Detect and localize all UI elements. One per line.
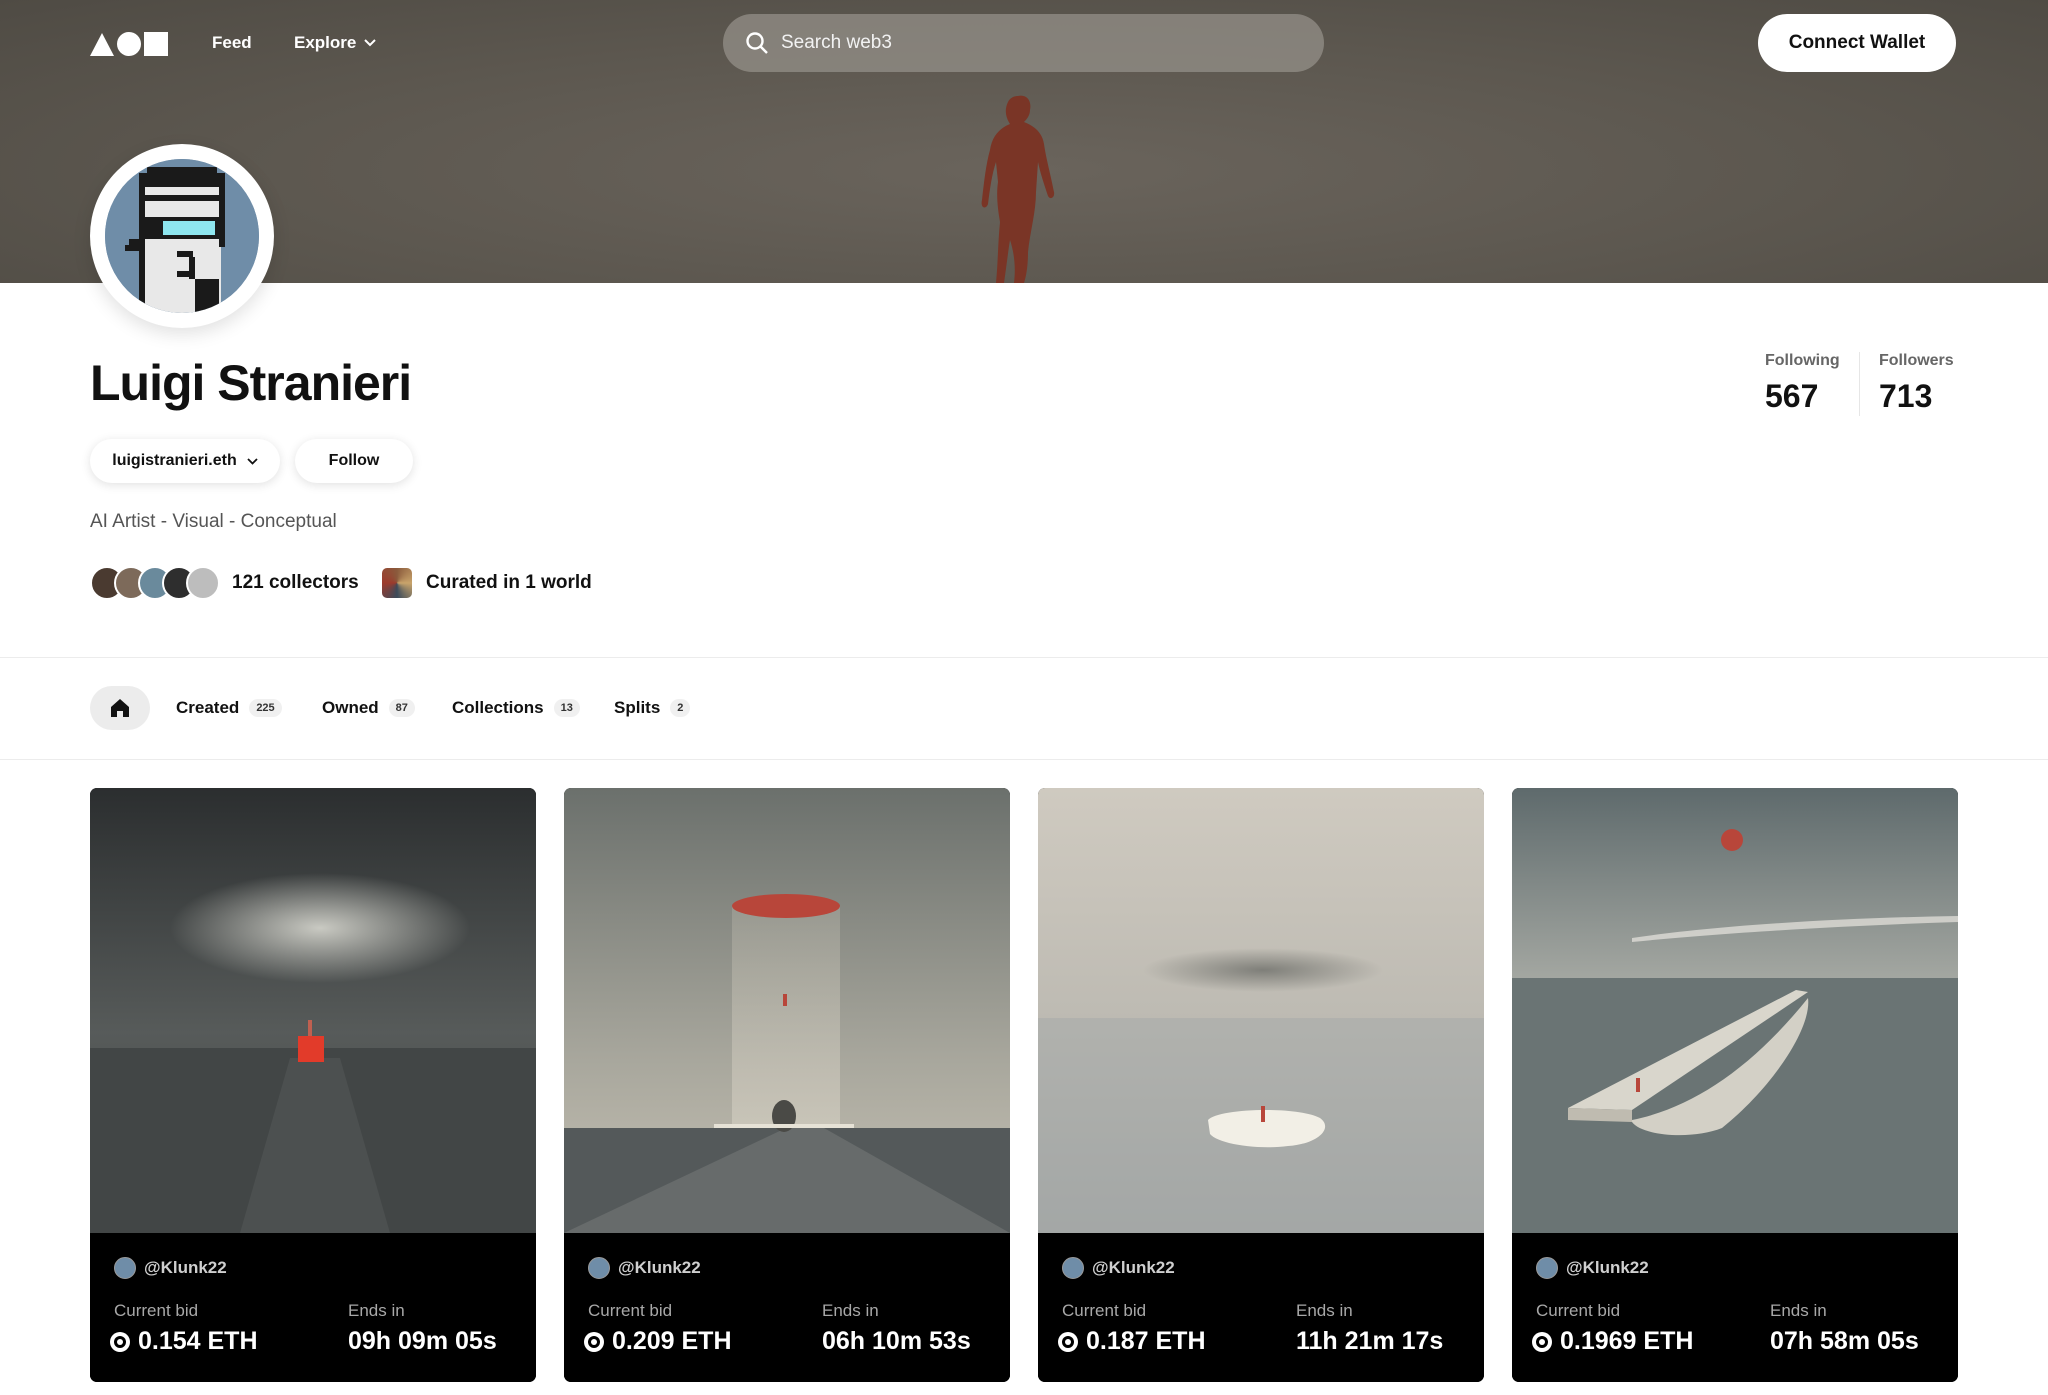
bid-amount: 0.209 ETH	[612, 1327, 732, 1355]
tab-owned[interactable]: Owned 87	[322, 686, 415, 730]
card-footer: @Klunk22 Current bid 0.187 ETH Ends in 1…	[1038, 1233, 1484, 1382]
current-bid-label: Current bid	[1062, 1301, 1147, 1320]
pixel-avatar-image	[105, 159, 259, 313]
creator-link[interactable]: @Klunk22	[588, 1257, 701, 1279]
search-icon	[746, 32, 768, 54]
profile-bio: AI Artist - Visual - Conceptual	[90, 511, 337, 532]
nav-explore-label: Explore	[294, 33, 357, 52]
creator-handle: @Klunk22	[618, 1258, 701, 1277]
creator-link[interactable]: @Klunk22	[114, 1257, 227, 1279]
current-bid-label: Current bid	[588, 1301, 673, 1320]
ends-in-label: Ends in	[1296, 1301, 1353, 1320]
countdown: 09h 09m 05s	[348, 1327, 497, 1355]
followers-label: Followers	[1879, 352, 1954, 369]
current-bid: 0.1969 ETH	[1532, 1327, 1693, 1356]
connect-wallet-button[interactable]: Connect Wallet	[1758, 14, 1956, 72]
current-bid: 0.154 ETH	[110, 1327, 258, 1356]
avatar	[588, 1257, 610, 1279]
chevron-down-icon	[247, 457, 258, 465]
tab-label: Owned	[322, 698, 379, 717]
tab-count-badge: 13	[553, 699, 580, 717]
ends-in-label: Ends in	[348, 1301, 405, 1320]
curated-worlds-link[interactable]: Curated in 1 world	[382, 563, 592, 603]
collectors-count: 121 collectors	[232, 572, 359, 593]
chevron-down-icon	[364, 39, 377, 47]
countdown: 06h 10m 53s	[822, 1327, 971, 1355]
tab-splits[interactable]: Splits 2	[614, 686, 691, 730]
nav-explore-menu[interactable]: Explore	[294, 31, 377, 55]
eth-icon	[1532, 1331, 1552, 1352]
artwork-image	[564, 788, 1010, 1233]
cover-figure-image	[981, 95, 1055, 283]
artwork-image	[1512, 788, 1958, 1233]
creator-handle: @Klunk22	[1092, 1258, 1175, 1277]
followers-count: 713	[1879, 378, 1933, 414]
collector-avatars	[90, 566, 220, 600]
card-footer: @Klunk22 Current bid 0.209 ETH Ends in 0…	[564, 1233, 1010, 1382]
following-stat[interactable]: Following 567	[1765, 352, 1840, 415]
search-input[interactable]	[781, 32, 1301, 54]
followers-stat[interactable]: Followers 713	[1879, 352, 1954, 415]
profile-avatar	[90, 144, 274, 328]
top-nav: Feed Explore Connect Wallet	[0, 0, 2048, 86]
tab-label: Splits	[614, 698, 661, 717]
bid-amount: 0.154 ETH	[138, 1327, 258, 1355]
current-bid-label: Current bid	[114, 1301, 199, 1320]
creator-link[interactable]: @Klunk22	[1062, 1257, 1175, 1279]
search-bar[interactable]	[723, 14, 1324, 72]
creator-handle: @Klunk22	[1566, 1258, 1649, 1277]
artwork-image	[1038, 788, 1484, 1233]
tab-home[interactable]	[90, 686, 150, 730]
tab-count-badge: 225	[249, 699, 282, 717]
avatar	[186, 566, 220, 600]
auction-card[interactable]: @Klunk22 Current bid 0.209 ETH Ends in 0…	[564, 788, 1010, 1382]
avatar	[114, 1257, 136, 1279]
ens-dropdown[interactable]: luigistranieri.eth	[90, 439, 280, 483]
eth-icon	[1058, 1331, 1078, 1352]
aoi-logo[interactable]	[90, 31, 170, 56]
curated-label: Curated in 1 world	[426, 572, 592, 593]
world-thumbnail	[382, 568, 412, 598]
avatar	[1536, 1257, 1558, 1279]
card-footer: @Klunk22 Current bid 0.154 ETH Ends in 0…	[90, 1233, 536, 1382]
eth-icon	[110, 1331, 130, 1352]
current-bid: 0.209 ETH	[584, 1327, 732, 1356]
eth-icon	[584, 1331, 604, 1352]
avatar	[1062, 1257, 1084, 1279]
nav-feed-link[interactable]: Feed	[212, 31, 252, 55]
creator-handle: @Klunk22	[144, 1258, 227, 1277]
collectors-link[interactable]: 121 collectors	[90, 563, 359, 603]
current-bid-label: Current bid	[1536, 1301, 1621, 1320]
ends-in-label: Ends in	[1770, 1301, 1827, 1320]
tab-created[interactable]: Created 225	[176, 686, 282, 730]
follow-button[interactable]: Follow	[295, 439, 413, 483]
bid-amount: 0.187 ETH	[1086, 1327, 1206, 1355]
profile-name: Luigi Stranieri	[90, 355, 412, 411]
home-icon	[111, 699, 129, 717]
tab-count-badge: 2	[670, 699, 691, 717]
auction-card[interactable]: @Klunk22 Current bid 0.154 ETH Ends in 0…	[90, 788, 536, 1382]
ends-in-label: Ends in	[822, 1301, 879, 1320]
card-footer: @Klunk22 Current bid 0.1969 ETH Ends in …	[1512, 1233, 1958, 1382]
auction-card[interactable]: @Klunk22 Current bid 0.187 ETH Ends in 1…	[1038, 788, 1484, 1382]
following-label: Following	[1765, 352, 1840, 369]
divider	[0, 759, 2048, 760]
countdown: 07h 58m 05s	[1770, 1327, 1919, 1355]
following-count: 567	[1765, 378, 1819, 414]
tab-count-badge: 87	[388, 699, 415, 717]
ens-label: luigistranieri.eth	[112, 452, 237, 469]
divider	[0, 657, 2048, 658]
bid-amount: 0.1969 ETH	[1560, 1327, 1694, 1355]
tab-label: Collections	[452, 698, 544, 717]
auction-card[interactable]: @Klunk22 Current bid 0.1969 ETH Ends in …	[1512, 788, 1958, 1382]
countdown: 11h 21m 17s	[1296, 1327, 1444, 1355]
current-bid: 0.187 ETH	[1058, 1327, 1206, 1356]
tab-label: Created	[176, 698, 240, 717]
stat-divider	[1859, 352, 1860, 416]
tab-collections[interactable]: Collections 13	[452, 686, 580, 730]
artwork-image	[90, 788, 536, 1233]
creator-link[interactable]: @Klunk22	[1536, 1257, 1649, 1279]
